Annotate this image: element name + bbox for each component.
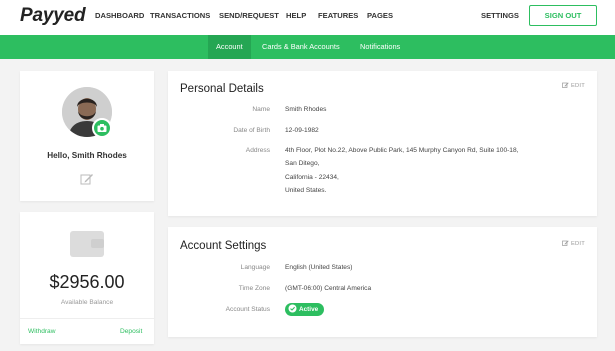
withdraw-link[interactable]: Withdraw (28, 328, 55, 335)
top-navbar: Payyed DASHBOARD TRANSACTIONS SEND/REQUE… (0, 0, 615, 35)
nav-features[interactable]: FEATURES (318, 11, 358, 20)
status-badge: Active (285, 303, 325, 316)
edit-icon (562, 240, 569, 246)
edit-label: EDIT (570, 241, 585, 247)
timezone-label: Time Zone (238, 285, 270, 292)
wallet-divider (20, 318, 154, 319)
account-settings-card: Account Settings EDIT (168, 227, 597, 337)
payyed-logo[interactable]: Payyed (20, 5, 86, 27)
address-line: United States. (285, 187, 327, 195)
nav-pages[interactable]: PAGES (367, 11, 393, 20)
wallet-icon (70, 231, 104, 257)
tab-account[interactable]: Account (208, 35, 251, 59)
address-line: San Ditego, (285, 160, 320, 168)
edit-account-settings[interactable]: EDIT (562, 240, 585, 247)
deposit-link[interactable]: Deposit (120, 328, 142, 335)
edit-icon (562, 82, 569, 88)
timezone-value: (GMT-06:00) Central America (285, 285, 372, 292)
sign-out-button[interactable]: SIGN OUT (529, 5, 597, 26)
account-status-label: Account Status (225, 306, 270, 313)
account-subnav: Account Cards & Bank Accounts Notificati… (0, 35, 615, 59)
edit-label: EDIT (570, 83, 585, 89)
status-text: Active (299, 306, 319, 313)
address-value: 4th Floor, Plot No.22, Above Public Park… (285, 147, 585, 201)
nav-help[interactable]: HELP (286, 11, 306, 20)
change-photo-button[interactable] (92, 118, 112, 138)
nav-send-request[interactable]: SEND/REQUEST (219, 11, 279, 20)
nav-settings[interactable]: SETTINGS (481, 11, 519, 20)
profile-greeting: Hello, Smith Rhodes (47, 151, 127, 160)
dob-label: Date of Birth (233, 127, 270, 134)
name-label: Name (252, 106, 270, 113)
language-label: Language (240, 264, 270, 271)
account-settings-title: Account Settings (180, 240, 267, 252)
tab-cards-bank-accounts[interactable]: Cards & Bank Accounts (262, 35, 340, 59)
personal-details-title: Personal Details (180, 83, 264, 95)
camera-icon (97, 124, 107, 132)
address-line: 4th Floor, Plot No.22, Above Public Park… (285, 147, 519, 154)
nav-transactions[interactable]: TRANSACTIONS (150, 11, 210, 20)
edit-personal-details[interactable]: EDIT (562, 82, 585, 89)
address-label: Address (245, 147, 270, 154)
language-value: English (United States) (285, 264, 353, 271)
address-line: California - 22434, (285, 173, 339, 181)
tab-notifications[interactable]: Notifications (360, 35, 400, 59)
edit-profile-button[interactable] (80, 172, 94, 190)
dob-value: 12-09-1982 (285, 127, 319, 134)
edit-icon (80, 174, 93, 185)
nav-dashboard[interactable]: DASHBOARD (95, 11, 144, 20)
balance-amount: $2956.00 (49, 272, 125, 292)
balance-label: Available Balance (60, 299, 114, 306)
name-value: Smith Rhodes (285, 106, 327, 113)
check-circle-icon (288, 304, 297, 313)
